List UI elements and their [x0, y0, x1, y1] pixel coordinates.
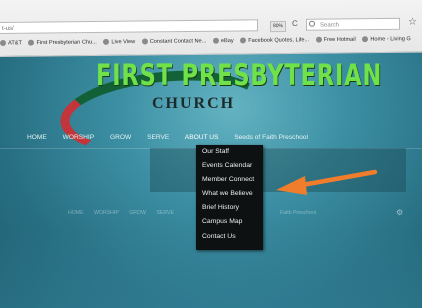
annotation-arrow-icon — [276, 169, 378, 195]
arrow-shaft — [299, 169, 378, 188]
church-website-page: t-us/ 80% C Search ☆ AT&T First Presbyte… — [0, 0, 422, 308]
arrow-head — [276, 176, 307, 195]
